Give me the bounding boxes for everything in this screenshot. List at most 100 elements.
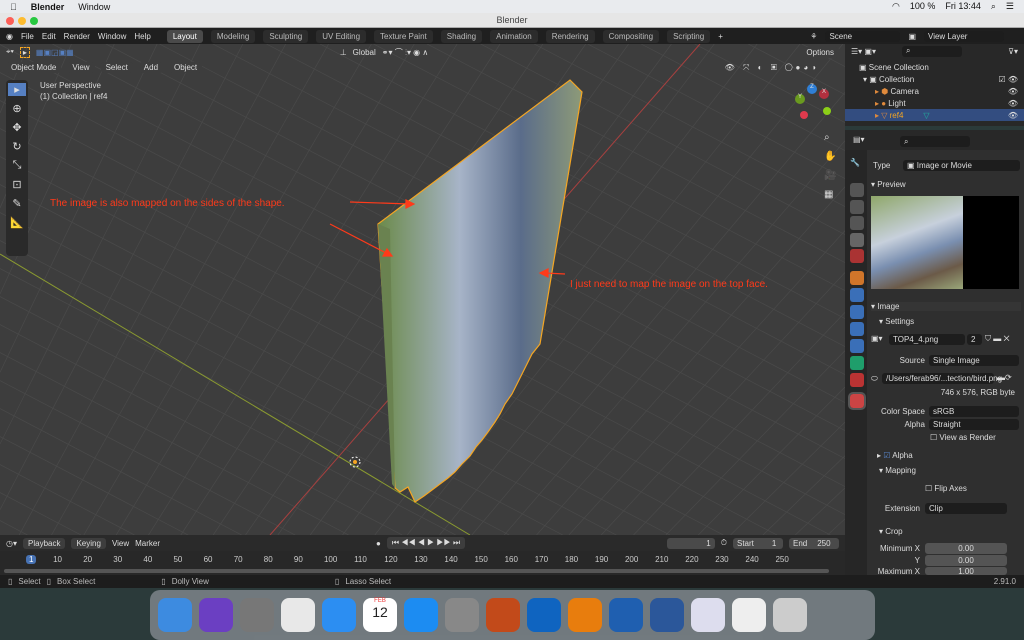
playback-menu[interactable]: Playback bbox=[23, 537, 66, 549]
gizmo-x[interactable]: X bbox=[819, 89, 829, 99]
eye-icon[interactable]: 👁 bbox=[1008, 111, 1018, 120]
dock-app-outlook[interactable] bbox=[527, 598, 561, 632]
tool-tab-icon[interactable]: 🔧 bbox=[850, 158, 864, 172]
image-browse-icon[interactable]: ▣▾ bbox=[871, 334, 883, 343]
crop-subpanel[interactable]: ▾ Crop bbox=[879, 527, 903, 536]
select-tool-icon[interactable]: ▸ bbox=[19, 46, 30, 58]
measure-tool-icon[interactable]: 📐 bbox=[10, 216, 24, 229]
mode-dropdown[interactable]: Object Mode bbox=[6, 62, 62, 73]
outliner-item-light[interactable]: ▸ ● Light 👁 bbox=[845, 97, 1024, 109]
tab-layout[interactable]: Layout bbox=[166, 29, 203, 43]
keying-menu[interactable]: Keying bbox=[71, 537, 106, 549]
source-dropdown[interactable]: Single Image bbox=[929, 355, 1019, 366]
app-menu[interactable]: Blender bbox=[31, 2, 65, 12]
modifier-tab-icon[interactable] bbox=[850, 288, 864, 302]
dock-app-safari[interactable] bbox=[322, 598, 356, 632]
menu-add[interactable]: Add bbox=[138, 62, 164, 73]
dock-app-trash[interactable] bbox=[773, 598, 807, 632]
min-y-field[interactable]: 0.00 bbox=[925, 555, 1007, 566]
dock-app-forticlient[interactable] bbox=[609, 598, 643, 632]
tab-scripting[interactable]: Scripting bbox=[667, 29, 711, 43]
extension-dropdown[interactable]: Clip bbox=[925, 503, 1007, 514]
settings-subpanel[interactable]: ▾ Settings bbox=[879, 317, 914, 326]
users-count[interactable]: 2 bbox=[967, 334, 982, 345]
apple-icon[interactable]:  bbox=[10, 2, 17, 12]
menu-window[interactable]: Window bbox=[98, 32, 126, 41]
menu-select[interactable]: Select bbox=[100, 62, 133, 73]
camera-view-icon[interactable]: 🎥 bbox=[824, 170, 836, 181]
3d-viewport[interactable]: ⌖▾ ▸ ▦▣◲▣▦ ⊥ Global ⚭▾ ⌒ ⫶▾ ◉ ∧ Options … bbox=[0, 44, 845, 535]
object-tab-icon[interactable] bbox=[850, 271, 864, 285]
pan-hand-icon[interactable]: ✋ bbox=[824, 151, 836, 162]
blender-logo-icon[interactable]: ◉ bbox=[6, 32, 13, 41]
end-frame-field[interactable]: End 250 bbox=[789, 537, 839, 549]
tab-uv-editing[interactable]: UV Editing bbox=[316, 29, 367, 43]
annotate-tool-icon[interactable]: ✎ bbox=[12, 197, 21, 210]
current-frame-field[interactable]: 1 bbox=[666, 537, 715, 549]
eye-icon[interactable]: 👁 bbox=[1008, 99, 1018, 108]
tab-texture-paint[interactable]: Texture Paint bbox=[374, 29, 433, 43]
material-tab-icon[interactable] bbox=[850, 373, 864, 387]
view-menu[interactable]: View bbox=[112, 539, 129, 548]
output-tab-icon[interactable] bbox=[850, 200, 864, 214]
selection-mode-icons[interactable]: ▦▣◲▣▦ bbox=[36, 48, 74, 57]
menu-help[interactable]: Help bbox=[134, 32, 150, 41]
outliner-item-ref4[interactable]: ▸ ▽ ref4 ▽ 👁 bbox=[845, 109, 1024, 121]
move-tool-icon[interactable]: ✥ bbox=[12, 121, 21, 134]
rotate-tool-icon[interactable]: ↻ bbox=[12, 140, 21, 153]
dock-app-word[interactable] bbox=[650, 598, 684, 632]
mapping-subpanel[interactable]: ▾ Mapping bbox=[879, 466, 916, 475]
battery[interactable]: 100 % bbox=[910, 1, 936, 12]
render-tab-icon[interactable] bbox=[850, 183, 864, 197]
zoom-icon[interactable]: ⌕ bbox=[824, 132, 836, 143]
menu-edit[interactable]: Edit bbox=[42, 32, 56, 41]
start-frame-field[interactable]: Start 1 bbox=[733, 537, 783, 549]
menu-icon[interactable]: ☰ bbox=[1006, 1, 1014, 12]
colorspace-dropdown[interactable]: sRGB bbox=[929, 406, 1019, 417]
gizmo-z[interactable]: Z bbox=[807, 84, 817, 94]
alpha-mode-dropdown[interactable]: Straight bbox=[929, 419, 1019, 430]
tab-shading[interactable]: Shading bbox=[440, 29, 483, 43]
eye-icon[interactable]: 👁 bbox=[1008, 87, 1018, 96]
editor-type-icon[interactable]: ◷▾ bbox=[6, 539, 17, 548]
filter-icon[interactable]: ⊽▾ bbox=[1008, 47, 1018, 56]
dock-app-window[interactable] bbox=[691, 598, 725, 632]
filepath-field[interactable]: /Users/ferab96/...tection/bird.png bbox=[882, 373, 1002, 384]
dock-app-launchpad[interactable] bbox=[240, 598, 274, 632]
max-x-field[interactable]: 1.00 bbox=[925, 567, 1007, 576]
image-panel-header[interactable]: ▾ Image bbox=[871, 302, 1021, 311]
editor-type-icon[interactable]: ⌖▾ bbox=[6, 47, 14, 57]
tab-rendering[interactable]: Rendering bbox=[545, 29, 595, 43]
menu-render[interactable]: Render bbox=[64, 32, 90, 41]
scale-tool-icon[interactable]: ⤡ bbox=[13, 159, 22, 172]
shading-mode-icons[interactable]: 👁 ⤧ ◐ ▣ ◯●◕◑ bbox=[725, 63, 819, 73]
view-layer-icon[interactable]: ▣ bbox=[908, 32, 916, 41]
dock-app-siri[interactable] bbox=[199, 598, 233, 632]
image-actions-icons[interactable]: ⛉ ▬ ✕ bbox=[985, 334, 1010, 344]
view-layer-field[interactable]: View Layer bbox=[924, 30, 1004, 42]
tab-compositing[interactable]: Compositing bbox=[602, 29, 660, 43]
scene-collection-row[interactable]: ▣ Scene Collection bbox=[845, 61, 1024, 73]
visibility-eye-icon[interactable]: ☑ 👁 bbox=[998, 75, 1018, 84]
gizmo-y[interactable]: Y bbox=[795, 94, 805, 104]
pivot-icon[interactable]: ⚭▾ ⌒ ⫶▾ ◉ ∧ bbox=[382, 47, 428, 58]
dock-app-finder[interactable] bbox=[158, 598, 192, 632]
view-as-render-checkbox[interactable]: ☐ View as Render bbox=[930, 433, 996, 442]
type-dropdown[interactable]: ▣ Image or Movie bbox=[903, 160, 1020, 171]
particles-tab-icon[interactable] bbox=[850, 305, 864, 319]
playback-controls[interactable]: ⏮ ◀◀ ◀ ▶ ▶▶ ⏭ bbox=[386, 537, 466, 549]
add-workspace-button[interactable]: + bbox=[718, 32, 723, 41]
properties-search-input[interactable]: ⌕ bbox=[900, 136, 970, 147]
cursor-tool-icon[interactable]: ⊕ bbox=[12, 102, 21, 115]
gizmo-neg-y[interactable] bbox=[823, 107, 831, 115]
dock-app-chrome[interactable] bbox=[281, 598, 315, 632]
timeline-scrollbar[interactable] bbox=[4, 569, 829, 573]
tab-modeling[interactable]: Modeling bbox=[210, 29, 256, 43]
orientation-icon[interactable]: ⊥ bbox=[340, 48, 347, 57]
world-tab-icon[interactable] bbox=[850, 249, 864, 263]
mesh-data-icon[interactable]: ▽ bbox=[923, 111, 929, 120]
tab-animation[interactable]: Animation bbox=[490, 29, 538, 43]
marker-menu[interactable]: Marker bbox=[135, 539, 160, 548]
alpha-panel-checkbox[interactable]: ▸ ☑ Alpha bbox=[877, 451, 913, 460]
collection-row[interactable]: ▾ ▣ Collection ☑ 👁 bbox=[845, 73, 1024, 85]
